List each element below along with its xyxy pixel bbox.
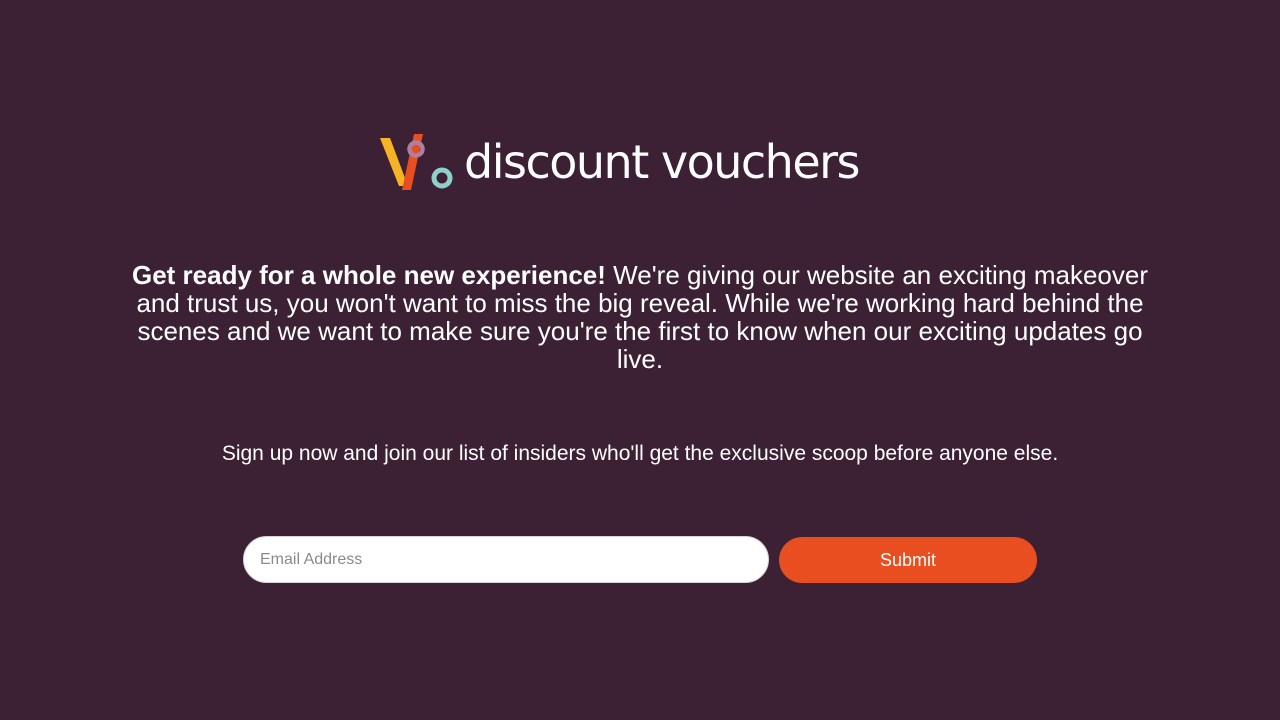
intro-paragraph: Get ready for a whole new experience! We… <box>120 261 1160 373</box>
signup-form: Submit <box>243 536 1037 583</box>
percent-logo-icon <box>380 134 453 190</box>
signup-text: Sign up now and join our list of insider… <box>221 442 1059 465</box>
brand-name: discount vouchers <box>464 135 861 189</box>
submit-button[interactable]: Submit <box>779 537 1037 583</box>
email-field[interactable] <box>243 536 769 583</box>
brand-logo[interactable]: discount vouchers <box>380 132 861 196</box>
intro-headline: Get ready for a whole new experience! <box>131 260 606 290</box>
coming-soon-page: discount vouchers Get ready for a whole … <box>0 0 1280 720</box>
